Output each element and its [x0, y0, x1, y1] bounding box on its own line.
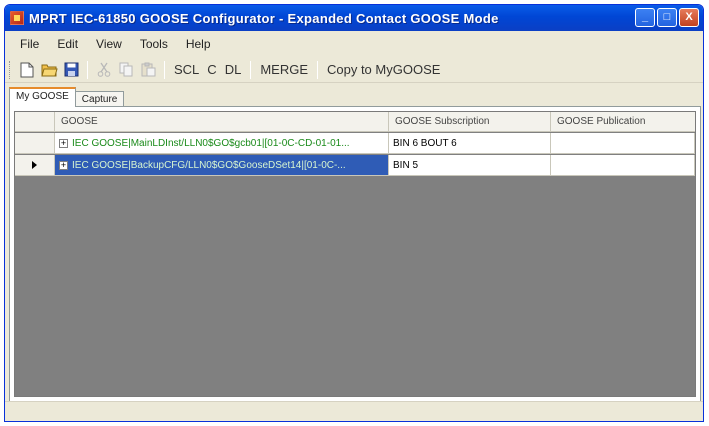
menu-file[interactable]: File: [11, 35, 48, 53]
toolbar-separator: [250, 60, 252, 79]
window-controls: _ □ X: [635, 8, 699, 27]
tab-strip: My GOOSE Capture: [9, 87, 125, 107]
tab-capture[interactable]: Capture: [74, 91, 125, 107]
save-icon[interactable]: [62, 61, 80, 79]
subscription-cell[interactable]: BIN 6 BOUT 6: [389, 133, 551, 153]
tab-content-panel: GOOSE GOOSE Subscription GOOSE Publicati…: [9, 106, 701, 402]
dl-button[interactable]: DL: [221, 62, 246, 77]
status-bar: [5, 401, 703, 421]
subscription-cell[interactable]: BIN 5: [389, 155, 551, 175]
merge-button[interactable]: MERGE: [256, 62, 312, 77]
column-header-subscription[interactable]: GOOSE Subscription: [389, 112, 551, 131]
toolbar-separator: [87, 60, 88, 79]
publication-cell[interactable]: [551, 133, 695, 153]
copy-icon[interactable]: [117, 61, 135, 79]
copy-to-mygoose-button[interactable]: Copy to MyGOOSE: [323, 62, 444, 77]
menu-edit[interactable]: Edit: [48, 35, 87, 53]
close-icon: X: [685, 11, 693, 23]
menu-help[interactable]: Help: [177, 35, 220, 53]
expand-icon[interactable]: +: [59, 160, 68, 170]
paste-icon[interactable]: [139, 61, 157, 79]
table-row[interactable]: + IEC GOOSE|MainLDInst/LLN0$GO$gcb01|[01…: [15, 133, 695, 154]
goose-cell[interactable]: + IEC GOOSE|BackupCFG/LLN0$GO$GooseDSet1…: [55, 155, 389, 175]
goose-cell[interactable]: + IEC GOOSE|MainLDInst/LLN0$GO$gcb01|[01…: [55, 133, 389, 153]
goose-cell-text: IEC GOOSE|MainLDInst/LLN0$GO$gcb01|[01-0…: [72, 137, 350, 149]
menu-tools[interactable]: Tools: [131, 35, 177, 53]
c-button[interactable]: C: [203, 62, 220, 77]
column-header-publication[interactable]: GOOSE Publication: [551, 112, 695, 131]
tab-my-goose[interactable]: My GOOSE: [9, 87, 76, 107]
toolbar: SCL C DL MERGE Copy to MyGOOSE: [5, 57, 703, 83]
current-row-arrow-icon: [32, 161, 37, 169]
maximize-icon: □: [663, 11, 671, 23]
table-row[interactable]: + IEC GOOSE|BackupCFG/LLN0$GO$GooseDSet1…: [15, 155, 695, 176]
toolbar-grip[interactable]: [9, 60, 12, 79]
grid-header: GOOSE GOOSE Subscription GOOSE Publicati…: [15, 112, 695, 132]
row-header[interactable]: [15, 155, 55, 175]
publication-cell[interactable]: [551, 155, 695, 175]
menu-bar: File Edit View Tools Help: [5, 33, 703, 55]
app-icon[interactable]: [10, 11, 24, 25]
open-folder-icon[interactable]: [40, 61, 58, 79]
maximize-button[interactable]: □: [657, 8, 677, 27]
minimize-icon: _: [641, 11, 649, 23]
expand-icon[interactable]: +: [59, 138, 68, 148]
window-title: MPRT IEC-61850 GOOSE Configurator - Expa…: [29, 10, 499, 26]
cut-icon[interactable]: [95, 61, 113, 79]
goose-grid: GOOSE GOOSE Subscription GOOSE Publicati…: [14, 111, 696, 397]
menu-view[interactable]: View: [87, 35, 131, 53]
toolbar-separator: [316, 60, 318, 79]
scl-button[interactable]: SCL: [170, 62, 203, 77]
toolbar-separator: [164, 60, 165, 79]
goose-cell-text: IEC GOOSE|BackupCFG/LLN0$GO$GooseDSet14|…: [72, 159, 346, 171]
new-document-icon[interactable]: [18, 61, 36, 79]
minimize-button[interactable]: _: [635, 8, 655, 27]
row-header[interactable]: [15, 133, 55, 153]
app-window: MPRT IEC-61850 GOOSE Configurator - Expa…: [4, 4, 704, 422]
column-header-goose[interactable]: GOOSE: [55, 112, 389, 131]
close-button[interactable]: X: [679, 8, 699, 27]
row-header-corner[interactable]: [15, 112, 55, 131]
title-bar[interactable]: MPRT IEC-61850 GOOSE Configurator - Expa…: [5, 5, 703, 31]
